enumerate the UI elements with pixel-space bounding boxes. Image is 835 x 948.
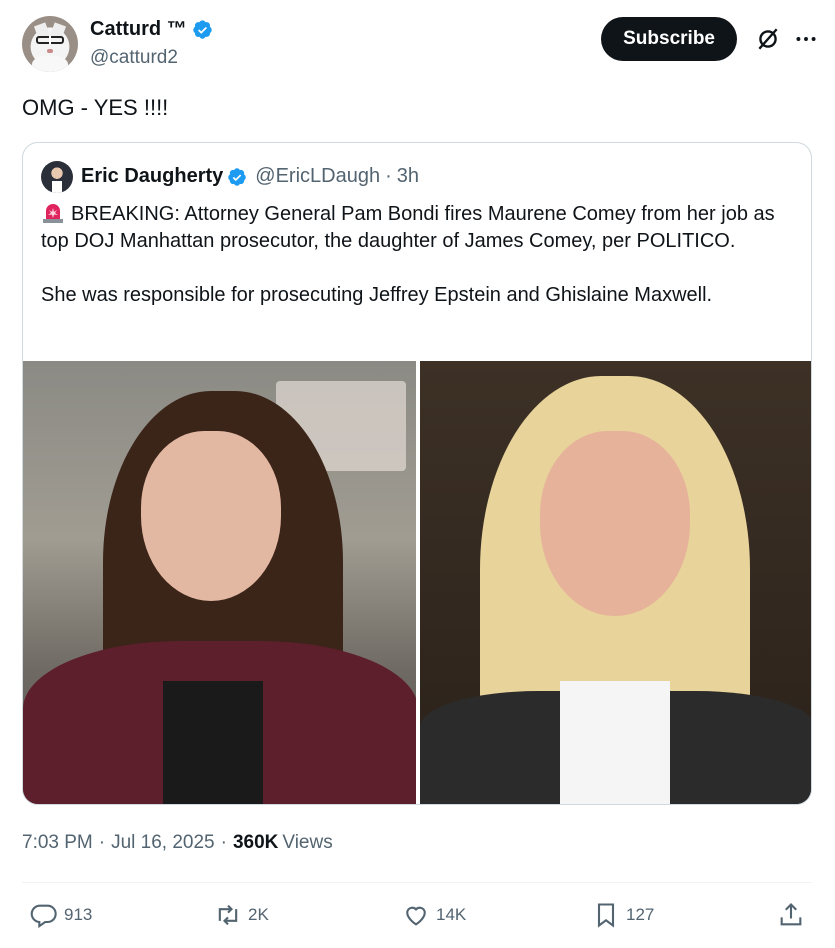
media-grid (23, 361, 811, 804)
quoted-tweet[interactable]: Eric Daugherty @EricLDaugh · 3h BREAKING… (22, 142, 812, 805)
repost-button[interactable]: 2K (214, 901, 269, 929)
quoted-author-name[interactable]: Eric Daugherty (81, 165, 223, 188)
photo-shirt (163, 681, 263, 804)
grok-icon[interactable] (755, 26, 781, 52)
quoted-timestamp[interactable]: 3h (397, 165, 419, 188)
author-display-name[interactable]: Catturd ™ (90, 18, 187, 41)
post-time[interactable]: 7:03 PM (22, 832, 93, 854)
post-date[interactable]: Jul 16, 2025 (111, 832, 215, 854)
divider (22, 882, 812, 883)
more-icon[interactable] (793, 26, 819, 52)
verified-badge-icon (228, 167, 247, 186)
repost-count: 2K (248, 905, 269, 924)
photo-face (141, 431, 281, 601)
reply-icon (30, 904, 57, 929)
photo-face (540, 431, 690, 616)
views-label: Views (282, 832, 333, 853)
repost-icon (218, 904, 238, 926)
action-bar: 913 2K 14K 127 (22, 895, 812, 935)
verified-badge-icon (192, 20, 212, 39)
like-button[interactable]: 14K (402, 901, 466, 929)
avatar-glasses (36, 36, 64, 44)
author-handle[interactable]: @catturd2 (90, 47, 178, 69)
heart-icon (406, 906, 426, 926)
quoted-author-row: Eric Daugherty @EricLDaugh · 3h (81, 165, 419, 188)
quoted-paragraph-1: BREAKING: Attorney General Pam Bondi fir… (41, 201, 801, 255)
bookmark-button[interactable]: 127 (592, 901, 654, 929)
like-count: 14K (436, 905, 467, 924)
separator-dot: · (385, 165, 392, 187)
subscribe-button[interactable]: Subscribe (601, 17, 737, 61)
bookmark-icon (597, 903, 615, 928)
quoted-author-avatar[interactable] (41, 161, 73, 193)
author-name-row[interactable]: Catturd ™ (90, 18, 213, 41)
avatar-nose (47, 49, 53, 53)
share-icon (780, 903, 802, 926)
media-photo-2[interactable] (420, 361, 811, 804)
author-avatar[interactable] (22, 16, 78, 72)
tweet-header: Catturd ™ @catturd2 Subscribe (22, 16, 821, 74)
separator-dot: · (220, 832, 227, 853)
tweet-text: OMG - YES !!!! (22, 95, 169, 120)
quoted-paragraph-2: She was responsible for prosecuting Jeff… (41, 284, 713, 306)
quoted-paragraph-1-text: BREAKING: Attorney General Pam Bondi fir… (41, 203, 775, 252)
quoted-author-handle[interactable]: @EricLDaugh (255, 165, 380, 188)
quoted-body: BREAKING: Attorney General Pam Bondi fir… (41, 201, 801, 336)
reply-button[interactable]: 913 (30, 901, 92, 929)
photo-collar (560, 681, 670, 804)
avatar-body (32, 56, 68, 72)
separator-dot: · (98, 832, 106, 853)
tweet-meta: 7:03 PM · Jul 16, 2025 · 360K Views (22, 832, 333, 854)
views-count: 360K (232, 832, 279, 853)
reply-count: 913 (64, 905, 93, 924)
media-photo-1[interactable] (23, 361, 416, 804)
bookmark-count: 127 (626, 905, 655, 924)
share-button[interactable] (777, 901, 805, 929)
siren-icon (43, 204, 63, 223)
